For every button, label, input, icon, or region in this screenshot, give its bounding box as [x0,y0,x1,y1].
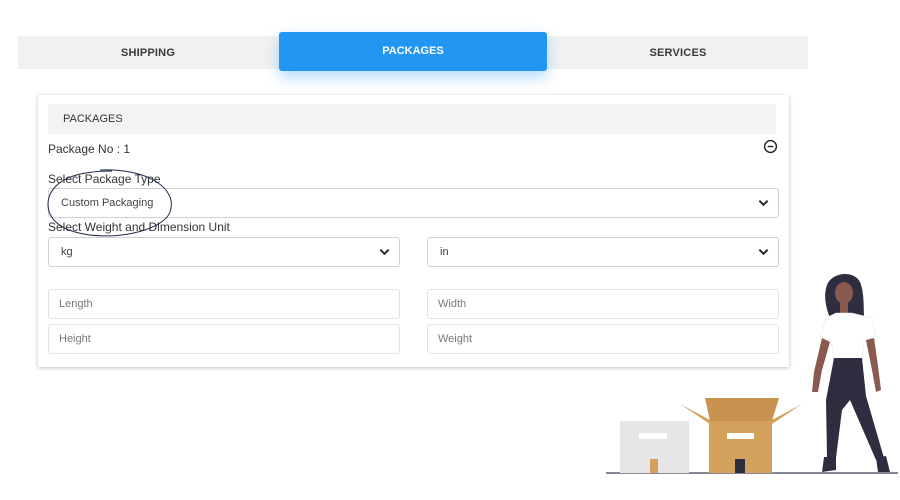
package-type-select[interactable]: Custom Packaging [48,188,779,218]
length-input[interactable] [48,289,400,319]
unit-label: Select Weight and Dimension Unit [48,220,230,234]
tab-shipping[interactable]: SHIPPING [18,36,278,69]
package-number: Package No : 1 [48,142,131,156]
minus-circle-icon[interactable] [763,139,778,154]
dimension-unit-select[interactable]: in [427,237,779,267]
weight-unit-select[interactable]: kg [48,237,400,267]
card-header: PACKAGES [48,104,776,134]
tab-services[interactable]: SERVICES [548,36,808,69]
weight-unit-value: kg [61,246,73,258]
chevron-down-icon [758,249,769,256]
chevron-down-icon [758,200,769,207]
person-with-boxes-illustration [606,274,898,474]
dimension-unit-value: in [440,246,449,258]
chevron-down-icon [379,249,390,256]
tab-packages[interactable]: PACKAGES [279,32,547,71]
package-type-value: Custom Packaging [61,197,154,209]
height-input[interactable] [48,324,400,354]
package-type-label: Select Package Type [48,172,161,186]
